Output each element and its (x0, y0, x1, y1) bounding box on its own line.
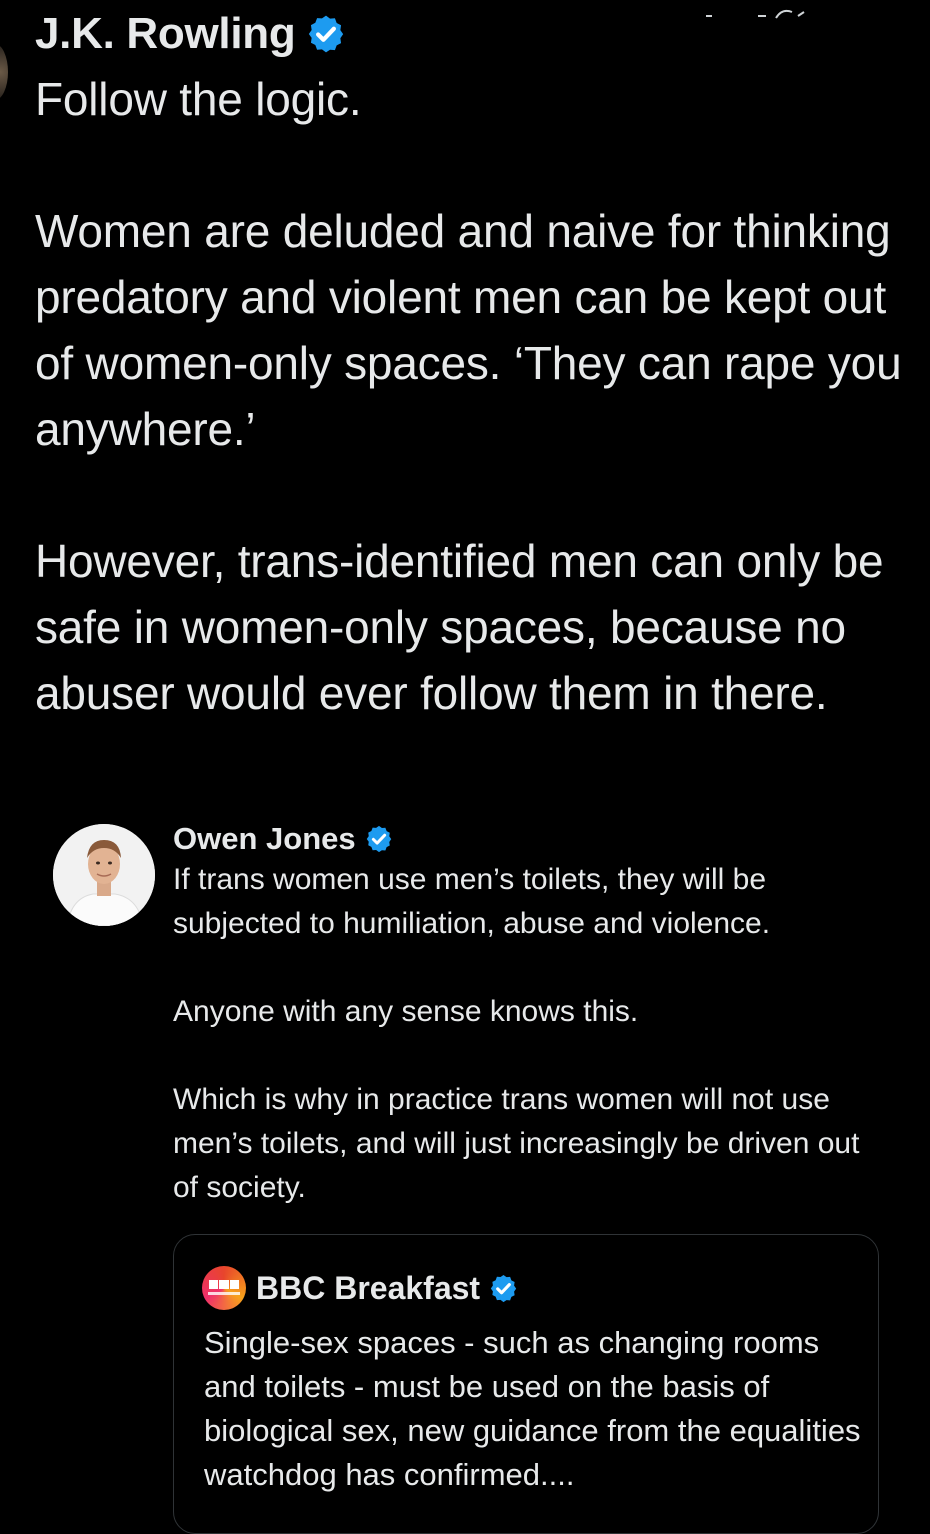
nested-author-name[interactable]: BBC Breakfast (256, 1270, 480, 1307)
author-name[interactable]: J.K. Rowling (35, 9, 296, 59)
tweet: J.K. Rowling Follow the logic. Women are… (35, 6, 905, 726)
verified-badge-icon[interactable] (305, 13, 347, 55)
bbc-breakfast-logo-icon[interactable] (202, 1266, 246, 1310)
quoted-tweet-paragraph: Which is why in practice trans women wil… (173, 1083, 860, 1204)
author-avatar[interactable] (0, 44, 8, 100)
tweet-text-paragraph: Follow the logic. (35, 73, 362, 125)
nested-quote-header: BBC Breakfast (202, 1265, 519, 1311)
verified-badge-icon[interactable] (364, 824, 394, 854)
quoted-tweet-header: Owen Jones (173, 820, 883, 858)
quoted-tweet-paragraph: Anyone with any sense knows this. (173, 995, 639, 1028)
tweet-text-paragraph: However, trans-identified men can only b… (35, 535, 896, 719)
owen-jones-avatar[interactable] (53, 824, 155, 926)
nested-quote-text: Single-sex spaces - such as changing roo… (204, 1325, 861, 1492)
quoted-tweet-paragraph: If trans women use men’s toilets, they w… (173, 863, 771, 940)
quoted-author-name[interactable]: Owen Jones (173, 821, 356, 857)
verified-badge-icon[interactable] (488, 1273, 519, 1304)
tweet-header: J.K. Rowling (35, 6, 905, 62)
nested-quoted-tweet[interactable]: BBC Breakfast Single-sex spaces - such a… (173, 1234, 879, 1534)
tweet-text-paragraph: Women are deluded and naive for thinking… (35, 205, 915, 455)
